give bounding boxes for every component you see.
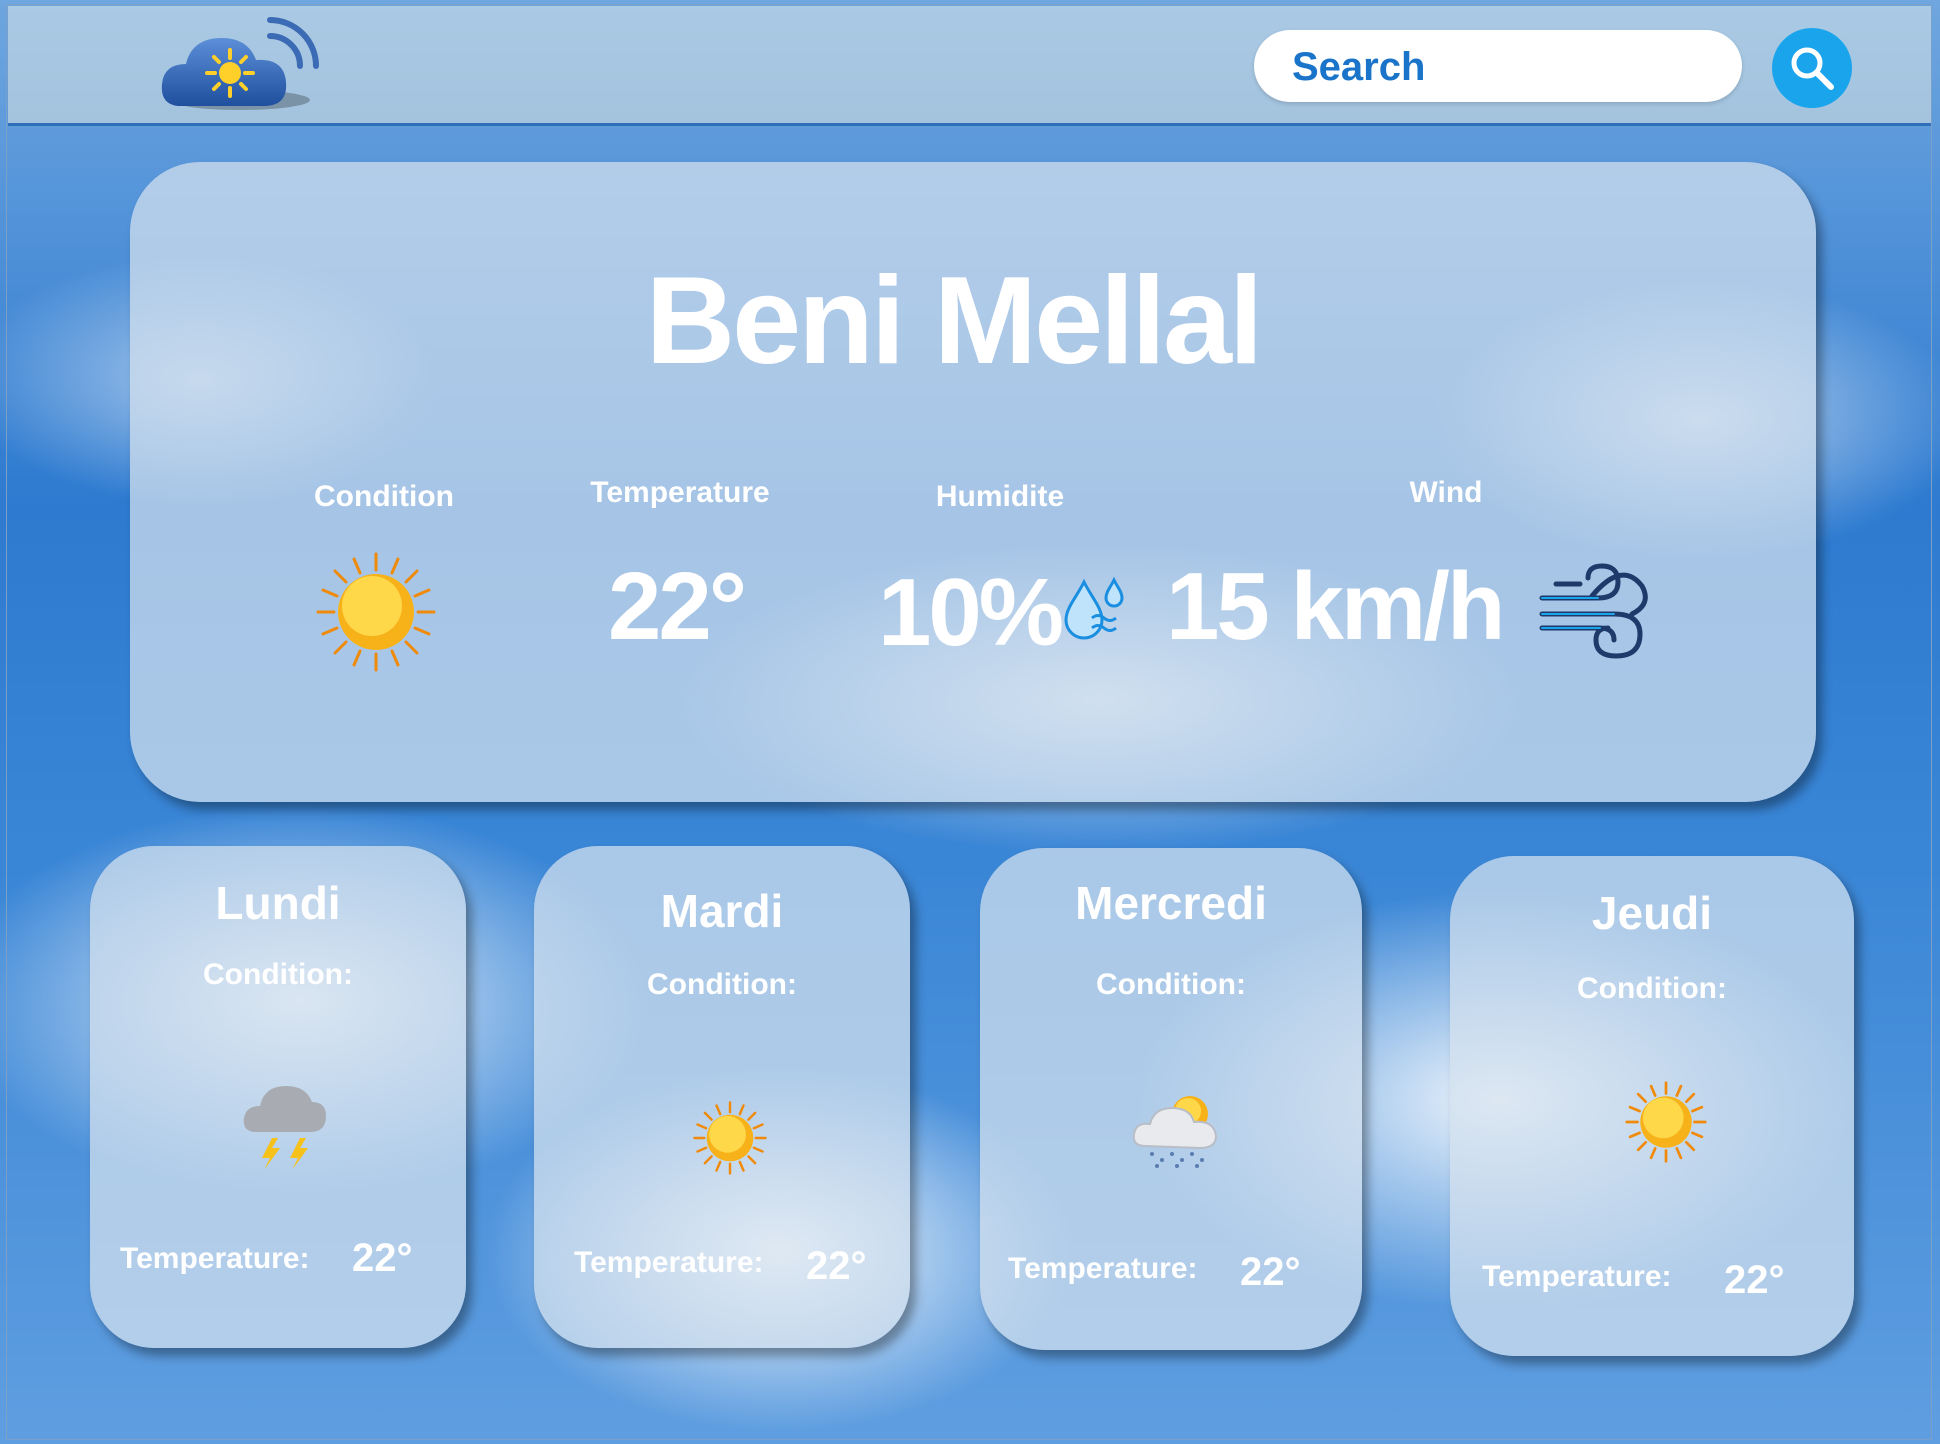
- forecast-condition-label: Condition:: [1577, 972, 1727, 1005]
- sun-icon: [1624, 1080, 1708, 1169]
- forecast-day: Mercredi: [1075, 877, 1267, 929]
- thunderstorm-icon: [242, 1082, 326, 1173]
- current-weather-panel: Beni Mellal Condition Temperature 22° Hu…: [130, 162, 1816, 802]
- search-input[interactable]: [1290, 40, 1714, 94]
- forecast-day: Lundi: [215, 877, 341, 929]
- humidity-label: Humidite: [935, 480, 1065, 513]
- wind-icon: [1536, 556, 1648, 671]
- condition-label: Condition: [314, 480, 454, 513]
- temperature-value: 22°: [608, 553, 747, 660]
- sun-icon: [692, 1100, 768, 1181]
- forecast-temp-label: Temperature:: [1008, 1252, 1198, 1285]
- forecast-temp-label: Temperature:: [574, 1246, 764, 1279]
- magnifier-icon: [1791, 47, 1834, 90]
- wind-value: 15 km/h: [1166, 553, 1506, 660]
- forecast-condition-label: Condition:: [647, 968, 797, 1001]
- temperature-label: Temperature: [590, 476, 770, 509]
- cloud-sun-wifi-icon[interactable]: [158, 14, 328, 124]
- humidity-value: 10%: [878, 559, 1064, 666]
- forecast-temp-value: 22°: [352, 1236, 413, 1280]
- wind-label: Wind: [1409, 476, 1483, 509]
- forecast-condition-label: Condition:: [203, 958, 353, 991]
- forecast-day: Jeudi: [1591, 887, 1713, 939]
- forecast-card-mercredi[interactable]: Mercredi Condition: Temperature: 22°: [980, 848, 1362, 1350]
- forecast-temp-label: Temperature:: [120, 1242, 310, 1275]
- forecast-temp-value: 22°: [806, 1244, 867, 1288]
- forecast-temp-label: Temperature:: [1482, 1260, 1672, 1293]
- forecast-condition-label: Condition:: [1096, 968, 1246, 1001]
- forecast-temp-value: 22°: [1724, 1258, 1785, 1302]
- forecast-temp-value: 22°: [1240, 1250, 1301, 1294]
- water-drops-icon: [1062, 574, 1132, 649]
- forecast-card-lundi[interactable]: Lundi Condition: Temperature: 22°: [90, 846, 466, 1348]
- top-bar: [8, 6, 1932, 126]
- forecast-card-jeudi[interactable]: Jeudi Condition: Temperature: 22°: [1450, 856, 1854, 1356]
- search-bar: [1254, 30, 1742, 102]
- sun-icon: [314, 550, 438, 679]
- city-name: Beni Mellal: [645, 252, 1264, 390]
- search-button[interactable]: [1772, 28, 1852, 108]
- forecast-card-mardi[interactable]: Mardi Condition: Temperature: 22°: [534, 846, 910, 1348]
- sun-rain-cloud-icon: [1132, 1090, 1224, 1175]
- forecast-day: Mardi: [660, 885, 784, 937]
